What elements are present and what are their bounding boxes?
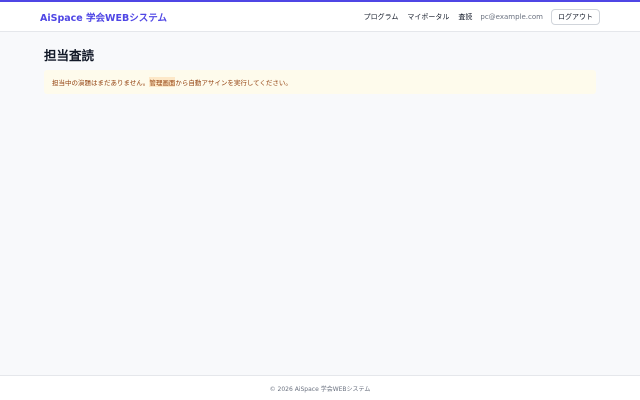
notice-text-pre: 担当中の演題はまだありません。 <box>52 79 150 87</box>
brand-logo-link[interactable]: AiSpace 学会WEBシステム <box>40 10 167 24</box>
page-title: 担当査読 <box>44 48 95 63</box>
empty-assignments-notice: 担当中の演題はまだありません。 管理画面 から自動アサインを実行してください。 <box>44 70 596 94</box>
main-nav: プログラム マイポータル 査読 pc@example.com ログアウト <box>364 8 600 25</box>
notice-text-post: から自動アサインを実行してください。 <box>175 79 292 87</box>
user-email: pc@example.com <box>480 12 543 21</box>
nav-link-program[interactable]: プログラム <box>364 12 399 22</box>
site-footer: © 2026 AiSpace 学会WEBシステム <box>0 375 640 400</box>
logout-button[interactable]: ログアウト <box>551 8 600 25</box>
site-header: AiSpace 学会WEBシステム プログラム マイポータル 査読 pc@exa… <box>0 2 640 32</box>
admin-screen-link[interactable]: 管理画面 <box>149 77 176 87</box>
footer-copyright: © 2026 AiSpace 学会WEBシステム <box>269 385 371 393</box>
nav-link-review[interactable]: 査読 <box>458 12 472 22</box>
nav-link-myportal[interactable]: マイポータル <box>407 12 449 22</box>
